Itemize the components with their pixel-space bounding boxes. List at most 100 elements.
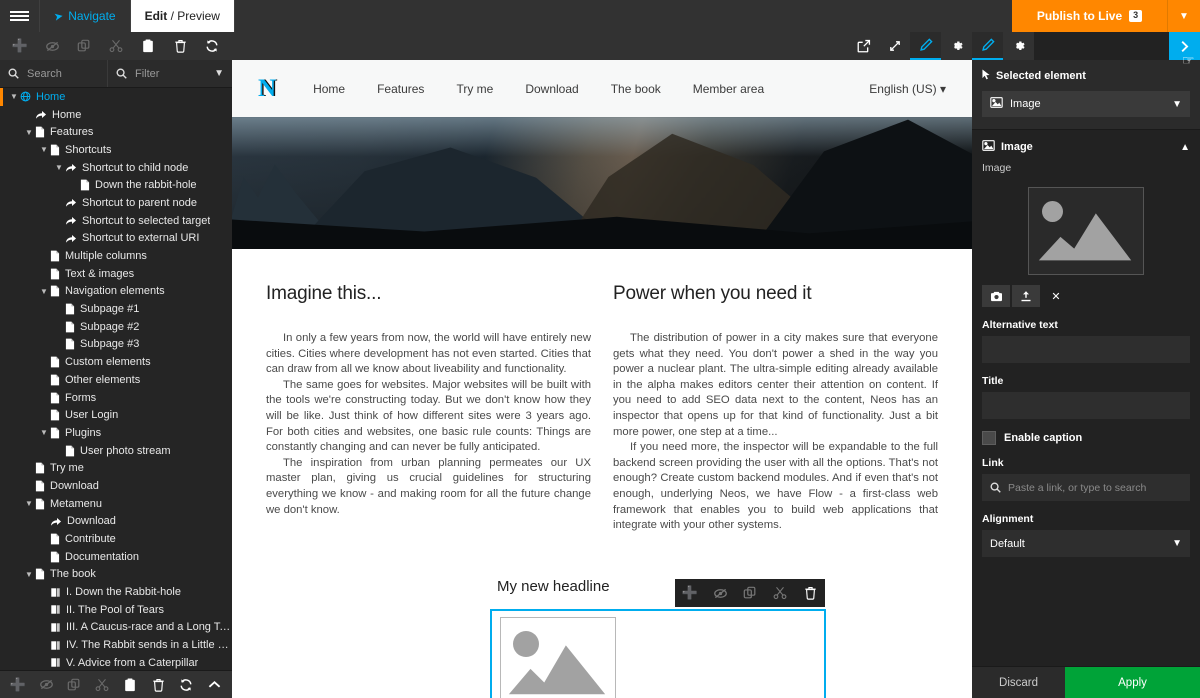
- trash-icon[interactable]: [795, 586, 825, 600]
- copy-icon[interactable]: [60, 671, 88, 698]
- hide-icon[interactable]: [32, 671, 60, 698]
- tree-node[interactable]: V. Advice from a Caterpillar: [0, 654, 232, 670]
- tab-navigate[interactable]: ➤ Navigate: [40, 0, 131, 32]
- tree-node[interactable]: Subpage #3: [0, 336, 232, 354]
- chevron-down-icon[interactable]: ▼: [23, 499, 35, 508]
- publish-dropdown-chevron-down-icon[interactable]: ▼: [1167, 0, 1200, 32]
- chevron-down-icon[interactable]: ▼: [53, 163, 65, 172]
- remove-icon[interactable]: ✕: [1042, 285, 1070, 307]
- trash-icon[interactable]: [144, 671, 172, 698]
- tree-node[interactable]: Subpage #2: [0, 318, 232, 336]
- tab-inspector-pencil-icon[interactable]: [972, 32, 1003, 60]
- tree-node[interactable]: ▼ Shortcut to child node: [0, 159, 232, 177]
- site-nav-features[interactable]: Features: [361, 82, 440, 96]
- refresh-icon[interactable]: [196, 32, 228, 60]
- alignment-dropdown[interactable]: Default ▼: [982, 530, 1190, 557]
- tree-node[interactable]: Other elements: [0, 371, 232, 389]
- title-field[interactable]: [982, 392, 1190, 419]
- selected-image-element[interactable]: [490, 609, 826, 698]
- neos-logo[interactable]: N: [258, 75, 276, 103]
- paste-icon[interactable]: [132, 32, 164, 60]
- tree-node[interactable]: Subpage #1: [0, 300, 232, 318]
- tree-node[interactable]: User photo stream: [0, 442, 232, 460]
- site-nav-the-book[interactable]: The book: [595, 82, 677, 96]
- paste-icon[interactable]: [116, 671, 144, 698]
- camera-icon[interactable]: [982, 285, 1010, 307]
- alternative-text-field[interactable]: [982, 336, 1190, 363]
- link-input[interactable]: Paste a link, or type to search: [982, 474, 1190, 501]
- chevron-down-icon[interactable]: ▼: [38, 145, 50, 154]
- publish-to-live-button[interactable]: Publish to Live 3: [1012, 0, 1167, 32]
- tree-node[interactable]: Shortcut to parent node: [0, 194, 232, 212]
- copy-icon[interactable]: [735, 586, 765, 600]
- tree-node[interactable]: Text & images: [0, 265, 232, 283]
- external-link-icon[interactable]: [848, 32, 879, 60]
- inspector-expand-chevron-right-icon[interactable]: ☞: [1169, 32, 1200, 68]
- tree-node[interactable]: ▼ Metamenu: [0, 495, 232, 513]
- gear-icon[interactable]: [941, 32, 972, 60]
- site-nav-home[interactable]: Home: [297, 82, 361, 96]
- tree-node[interactable]: Documentation: [0, 548, 232, 566]
- element-type-dropdown[interactable]: Image ▼: [982, 91, 1190, 117]
- tree-node[interactable]: Shortcut to selected target: [0, 212, 232, 230]
- site-nav-try-me[interactable]: Try me: [440, 82, 509, 96]
- search-input[interactable]: Search: [0, 60, 108, 87]
- tree-node[interactable]: ▼ Home: [0, 88, 232, 106]
- image-group-header[interactable]: Image ▲: [972, 130, 1200, 162]
- cut-icon[interactable]: [765, 586, 795, 600]
- image-placeholder[interactable]: [500, 617, 616, 698]
- filter-dropdown[interactable]: Filter ▼: [108, 60, 232, 87]
- chevron-down-icon[interactable]: ▼: [23, 570, 35, 579]
- chevron-down-icon[interactable]: ▼: [38, 287, 50, 296]
- language-selector[interactable]: English (US) ▾: [869, 82, 946, 96]
- cut-icon[interactable]: [88, 671, 116, 698]
- trash-icon[interactable]: [164, 32, 196, 60]
- tree-node[interactable]: ▼ Features: [0, 123, 232, 141]
- pencil-icon[interactable]: [910, 32, 941, 60]
- tree-node[interactable]: Download: [0, 513, 232, 531]
- tree-node[interactable]: ▼ Plugins: [0, 424, 232, 442]
- tree-node[interactable]: Multiple columns: [0, 247, 232, 265]
- tree-node[interactable]: Shortcut to external URI: [0, 230, 232, 248]
- plus-icon[interactable]: ➕: [4, 32, 36, 60]
- plus-icon[interactable]: ➕: [4, 671, 32, 698]
- plus-icon[interactable]: ➕: [675, 585, 705, 601]
- tab-edit-preview[interactable]: Edit / Preview: [130, 0, 235, 32]
- tree-node[interactable]: Try me: [0, 459, 232, 477]
- apply-button[interactable]: Apply: [1065, 667, 1200, 698]
- refresh-icon[interactable]: [172, 671, 200, 698]
- tree-node-label: Shortcut to selected target: [82, 214, 211, 227]
- expand-icon[interactable]: [879, 32, 910, 60]
- tree-node[interactable]: Custom elements: [0, 353, 232, 371]
- hide-icon[interactable]: [36, 32, 68, 60]
- chevron-down-icon[interactable]: ▼: [38, 428, 50, 437]
- site-nav-download[interactable]: Download: [509, 82, 594, 96]
- site-nav-member-area[interactable]: Member area: [677, 82, 780, 96]
- copy-icon[interactable]: [68, 32, 100, 60]
- tab-inspector-gear-icon[interactable]: [1003, 32, 1034, 60]
- node-tree[interactable]: ▼ Home Home ▼ Features ▼ Shortcuts ▼ Shortcut to…: [0, 88, 232, 670]
- image-preview[interactable]: [1028, 187, 1144, 275]
- tree-node[interactable]: Contribute: [0, 530, 232, 548]
- tree-node[interactable]: III. A Caucus-race and a Long Tale: [0, 619, 232, 637]
- tree-node[interactable]: Down the rabbit-hole: [0, 176, 232, 194]
- tree-node[interactable]: Forms: [0, 389, 232, 407]
- chevron-down-icon[interactable]: ▼: [8, 92, 20, 101]
- chevron-down-icon[interactable]: ▼: [23, 128, 35, 137]
- hide-icon[interactable]: [705, 587, 735, 600]
- discard-button[interactable]: Discard: [972, 667, 1066, 698]
- tree-node[interactable]: User Login: [0, 406, 232, 424]
- tree-node[interactable]: Download: [0, 477, 232, 495]
- tree-node[interactable]: ▼ The book: [0, 566, 232, 584]
- tree-node[interactable]: I. Down the Rabbit-hole: [0, 583, 232, 601]
- upload-icon[interactable]: [1012, 285, 1040, 307]
- enable-caption-checkbox[interactable]: Enable caption: [972, 431, 1200, 457]
- tree-node[interactable]: IV. The Rabbit sends in a Little Bill: [0, 636, 232, 654]
- tree-node[interactable]: ▼ Shortcuts: [0, 141, 232, 159]
- tree-node[interactable]: ▼ Navigation elements: [0, 283, 232, 301]
- chevron-up-icon[interactable]: [200, 671, 228, 698]
- tree-node[interactable]: Home: [0, 106, 232, 124]
- cut-icon[interactable]: [100, 32, 132, 60]
- tree-node[interactable]: II. The Pool of Tears: [0, 601, 232, 619]
- hamburger-menu-icon[interactable]: [0, 0, 40, 32]
